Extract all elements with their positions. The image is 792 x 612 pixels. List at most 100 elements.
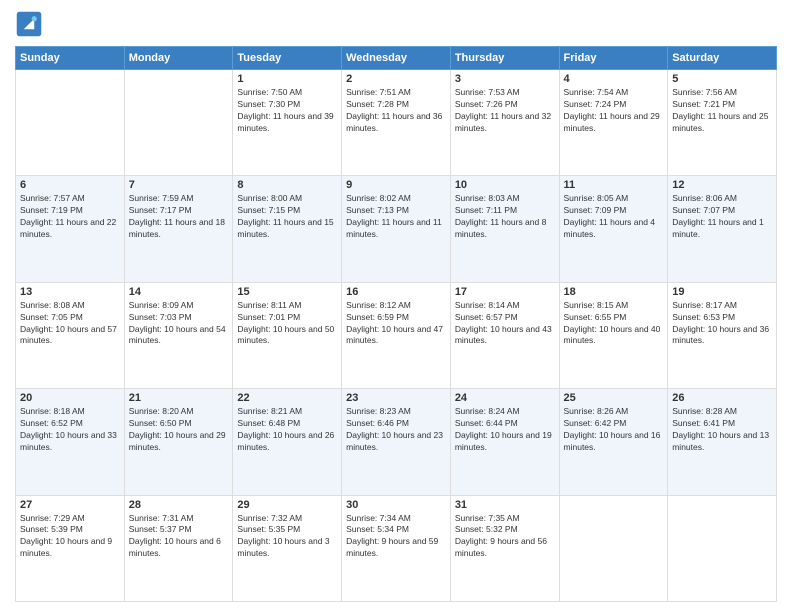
day-number: 18 — [564, 286, 664, 298]
day-number: 20 — [20, 392, 120, 404]
weekday-header-tuesday: Tuesday — [233, 47, 342, 70]
calendar-cell: 4 Sunrise: 7:54 AM Sunset: 7:24 PM Daylig… — [559, 70, 668, 176]
weekday-header-monday: Monday — [124, 47, 233, 70]
calendar-cell: 5Sunrise: 7:56 AM Sunset: 7:21 PM Daylig… — [668, 70, 777, 176]
day-number: 28 — [129, 499, 229, 511]
day-info: Sunrise: 7:53 AM Sunset: 7:26 PM Dayligh… — [455, 87, 555, 135]
calendar-cell: 6Sunrise: 7:57 AM Sunset: 7:19 PM Daylig… — [16, 176, 125, 282]
day-number: 21 — [129, 392, 229, 404]
day-number: 17 — [455, 286, 555, 298]
day-info: Sunrise: 8:14 AM Sunset: 6:57 PM Dayligh… — [455, 300, 555, 348]
day-number: 19 — [672, 286, 772, 298]
day-info: Sunrise: 8:09 AM Sunset: 7:03 PM Dayligh… — [129, 300, 229, 348]
week-row-2: 6Sunrise: 7:57 AM Sunset: 7:19 PM Daylig… — [16, 176, 777, 282]
day-info: Sunrise: 8:15 AM Sunset: 6:55 PM Dayligh… — [564, 300, 664, 348]
day-info: Sunrise: 7:54 AM Sunset: 7:24 PM Dayligh… — [564, 87, 664, 135]
day-info: Sunrise: 8:02 AM Sunset: 7:13 PM Dayligh… — [346, 193, 446, 241]
day-number: 12 — [672, 179, 772, 191]
calendar-cell: 30 Sunrise: 7:34 AM Sunset: 5:34 PM Dayli… — [342, 495, 451, 601]
day-info: Sunrise: 8:28 AM Sunset: 6:41 PM Dayligh… — [672, 406, 772, 454]
calendar-cell: 22 Sunrise: 8:21 AM Sunset: 6:48 PM Dayli… — [233, 389, 342, 495]
calendar-cell: 15 Sunrise: 8:11 AM Sunset: 7:01 PM Dayli… — [233, 282, 342, 388]
day-number: 13 — [20, 286, 120, 298]
day-info: Sunrise: 8:06 AM Sunset: 7:07 PM Dayligh… — [672, 193, 772, 241]
calendar-cell: 14 Sunrise: 8:09 AM Sunset: 7:03 PM Dayli… — [124, 282, 233, 388]
day-info: Sunrise: 7:59 AM Sunset: 7:17 PM Dayligh… — [129, 193, 229, 241]
calendar-cell: 27 Sunrise: 7:29 AM Sunset: 5:39 PM Dayli… — [16, 495, 125, 601]
day-info: Sunrise: 8:05 AM Sunset: 7:09 PM Dayligh… — [564, 193, 664, 241]
day-info: Sunrise: 8:18 AM Sunset: 6:52 PM Dayligh… — [20, 406, 120, 454]
day-number: 24 — [455, 392, 555, 404]
day-number: 27 — [20, 499, 120, 511]
day-number: 23 — [346, 392, 446, 404]
day-number: 15 — [237, 286, 337, 298]
week-row-3: 13 Sunrise: 8:08 AM Sunset: 7:05 PM Dayli… — [16, 282, 777, 388]
calendar-cell — [559, 495, 668, 601]
day-info: Sunrise: 8:20 AM Sunset: 6:50 PM Dayligh… — [129, 406, 229, 454]
day-number: 30 — [346, 499, 446, 511]
calendar-cell: 21 Sunrise: 8:20 AM Sunset: 6:50 PM Dayli… — [124, 389, 233, 495]
day-info: Sunrise: 8:00 AM Sunset: 7:15 PM Dayligh… — [237, 193, 337, 241]
calendar-cell: 1Sunrise: 7:50 AM Sunset: 7:30 PM Daylig… — [233, 70, 342, 176]
day-info: Sunrise: 8:08 AM Sunset: 7:05 PM Dayligh… — [20, 300, 120, 348]
day-info: Sunrise: 7:51 AM Sunset: 7:28 PM Dayligh… — [346, 87, 446, 135]
calendar-cell: 23Sunrise: 8:23 AM Sunset: 6:46 PM Dayli… — [342, 389, 451, 495]
day-info: Sunrise: 8:21 AM Sunset: 6:48 PM Dayligh… — [237, 406, 337, 454]
page: SundayMondayTuesdayWednesdayThursdayFrid… — [0, 0, 792, 612]
calendar-cell: 12 Sunrise: 8:06 AM Sunset: 7:07 PM Dayli… — [668, 176, 777, 282]
day-info: Sunrise: 8:03 AM Sunset: 7:11 PM Dayligh… — [455, 193, 555, 241]
calendar-cell: 31 Sunrise: 7:35 AM Sunset: 5:32 PM Dayli… — [450, 495, 559, 601]
day-number: 5 — [672, 73, 772, 85]
day-number: 22 — [237, 392, 337, 404]
day-info: Sunrise: 8:11 AM Sunset: 7:01 PM Dayligh… — [237, 300, 337, 348]
calendar-cell — [16, 70, 125, 176]
day-info: Sunrise: 8:24 AM Sunset: 6:44 PM Dayligh… — [455, 406, 555, 454]
weekday-header-saturday: Saturday — [668, 47, 777, 70]
calendar-cell — [124, 70, 233, 176]
calendar-cell: 7Sunrise: 7:59 AM Sunset: 7:17 PM Daylig… — [124, 176, 233, 282]
day-info: Sunrise: 8:26 AM Sunset: 6:42 PM Dayligh… — [564, 406, 664, 454]
day-info: Sunrise: 8:17 AM Sunset: 6:53 PM Dayligh… — [672, 300, 772, 348]
header — [15, 10, 777, 38]
day-info: Sunrise: 7:35 AM Sunset: 5:32 PM Dayligh… — [455, 513, 555, 561]
weekday-header-wednesday: Wednesday — [342, 47, 451, 70]
day-number: 4 — [564, 73, 664, 85]
weekday-header-friday: Friday — [559, 47, 668, 70]
calendar-cell — [668, 495, 777, 601]
calendar-cell: 3Sunrise: 7:53 AM Sunset: 7:26 PM Daylig… — [450, 70, 559, 176]
day-number: 31 — [455, 499, 555, 511]
calendar-cell: 13 Sunrise: 8:08 AM Sunset: 7:05 PM Dayli… — [16, 282, 125, 388]
day-number: 26 — [672, 392, 772, 404]
day-number: 2 — [346, 73, 446, 85]
week-row-5: 27 Sunrise: 7:29 AM Sunset: 5:39 PM Dayli… — [16, 495, 777, 601]
calendar-cell: 29Sunrise: 7:32 AM Sunset: 5:35 PM Dayli… — [233, 495, 342, 601]
calendar-cell: 28Sunrise: 7:31 AM Sunset: 5:37 PM Dayli… — [124, 495, 233, 601]
week-row-4: 20 Sunrise: 8:18 AM Sunset: 6:52 PM Dayli… — [16, 389, 777, 495]
week-row-1: 1Sunrise: 7:50 AM Sunset: 7:30 PM Daylig… — [16, 70, 777, 176]
calendar-cell: 17 Sunrise: 8:14 AM Sunset: 6:57 PM Dayli… — [450, 282, 559, 388]
logo — [15, 10, 47, 38]
day-info: Sunrise: 8:12 AM Sunset: 6:59 PM Dayligh… — [346, 300, 446, 348]
day-info: Sunrise: 7:34 AM Sunset: 5:34 PM Dayligh… — [346, 513, 446, 561]
day-number: 29 — [237, 499, 337, 511]
calendar-cell: 11Sunrise: 8:05 AM Sunset: 7:09 PM Dayli… — [559, 176, 668, 282]
day-number: 9 — [346, 179, 446, 191]
calendar-cell: 10 Sunrise: 8:03 AM Sunset: 7:11 PM Dayli… — [450, 176, 559, 282]
calendar-cell: 2 Sunrise: 7:51 AM Sunset: 7:28 PM Daylig… — [342, 70, 451, 176]
day-number: 10 — [455, 179, 555, 191]
calendar-cell: 16Sunrise: 8:12 AM Sunset: 6:59 PM Dayli… — [342, 282, 451, 388]
logo-icon — [15, 10, 43, 38]
day-info: Sunrise: 7:29 AM Sunset: 5:39 PM Dayligh… — [20, 513, 120, 561]
day-number: 8 — [237, 179, 337, 191]
day-number: 1 — [237, 73, 337, 85]
calendar-cell: 24 Sunrise: 8:24 AM Sunset: 6:44 PM Dayli… — [450, 389, 559, 495]
calendar-cell: 20 Sunrise: 8:18 AM Sunset: 6:52 PM Dayli… — [16, 389, 125, 495]
weekday-header-row: SundayMondayTuesdayWednesdayThursdayFrid… — [16, 47, 777, 70]
calendar-cell: 9 Sunrise: 8:02 AM Sunset: 7:13 PM Daylig… — [342, 176, 451, 282]
weekday-header-sunday: Sunday — [16, 47, 125, 70]
calendar-cell: 18 Sunrise: 8:15 AM Sunset: 6:55 PM Dayli… — [559, 282, 668, 388]
day-info: Sunrise: 7:57 AM Sunset: 7:19 PM Dayligh… — [20, 193, 120, 241]
calendar-cell: 19 Sunrise: 8:17 AM Sunset: 6:53 PM Dayli… — [668, 282, 777, 388]
calendar-cell: 26 Sunrise: 8:28 AM Sunset: 6:41 PM Dayli… — [668, 389, 777, 495]
day-number: 14 — [129, 286, 229, 298]
